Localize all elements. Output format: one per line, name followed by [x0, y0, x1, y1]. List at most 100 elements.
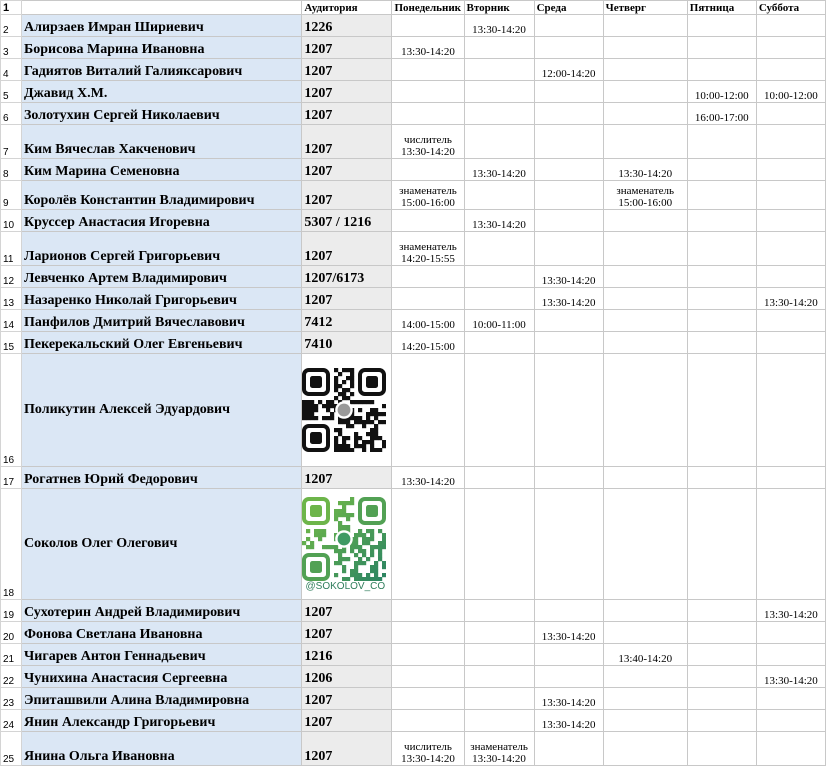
- row-number[interactable]: 2: [0, 14, 23, 37]
- row-number[interactable]: 13: [0, 287, 23, 310]
- auditorium-cell[interactable]: 1207: [301, 599, 393, 622]
- schedule-cell-tuesday[interactable]: [463, 231, 535, 266]
- schedule-cell-friday[interactable]: [686, 14, 757, 37]
- schedule-cell-monday[interactable]: [391, 709, 465, 732]
- auditorium-cell[interactable]: 1207/6173: [301, 265, 393, 288]
- schedule-cell-tuesday[interactable]: [463, 665, 535, 688]
- schedule-cell-monday[interactable]: [391, 58, 465, 81]
- schedule-cell-saturday[interactable]: [755, 643, 827, 666]
- schedule-cell-wednesday[interactable]: 13:30-14:20: [533, 621, 604, 644]
- teacher-name-cell[interactable]: Левченко Артем Владимирович: [21, 265, 303, 288]
- schedule-cell-wednesday[interactable]: [533, 466, 604, 489]
- schedule-cell-thursday[interactable]: 13:30-14:20: [602, 158, 688, 181]
- row-number[interactable]: 19: [0, 599, 23, 622]
- schedule-cell-wednesday[interactable]: [533, 180, 604, 210]
- schedule-cell-wednesday[interactable]: [533, 331, 604, 354]
- schedule-cell-thursday[interactable]: [602, 665, 688, 688]
- schedule-cell-thursday[interactable]: [602, 488, 688, 600]
- auditorium-cell[interactable]: 1207: [301, 709, 393, 732]
- header-wednesday[interactable]: Среда: [533, 0, 604, 15]
- auditorium-cell[interactable]: @SOKOLOV_CO: [301, 488, 393, 600]
- schedule-cell-friday[interactable]: [686, 158, 757, 181]
- teacher-name-cell[interactable]: Гадиятов Виталий Галияксарович: [21, 58, 303, 81]
- schedule-cell-friday[interactable]: [686, 599, 757, 622]
- row-number[interactable]: 24: [0, 709, 23, 732]
- schedule-cell-friday[interactable]: [686, 124, 757, 159]
- schedule-cell-monday[interactable]: [391, 265, 465, 288]
- schedule-cell-tuesday[interactable]: [463, 287, 535, 310]
- schedule-cell-saturday[interactable]: [755, 58, 827, 81]
- schedule-cell-saturday[interactable]: [755, 731, 827, 766]
- schedule-cell-wednesday[interactable]: [533, 353, 604, 467]
- schedule-cell-thursday[interactable]: знаменатель 15:00-16:00: [602, 180, 688, 210]
- auditorium-cell[interactable]: 7410: [301, 331, 393, 354]
- schedule-cell-friday[interactable]: [686, 231, 757, 266]
- schedule-cell-thursday[interactable]: [602, 36, 688, 59]
- schedule-cell-monday[interactable]: [391, 687, 465, 710]
- auditorium-cell[interactable]: 1207: [301, 80, 393, 103]
- schedule-cell-monday[interactable]: [391, 158, 465, 181]
- teacher-name-cell[interactable]: Янина Ольга Ивановна: [21, 731, 303, 766]
- teacher-name-cell[interactable]: Рогатнев Юрий Федорович: [21, 466, 303, 489]
- schedule-cell-tuesday[interactable]: знаменатель 13:30-14:20: [463, 731, 535, 766]
- auditorium-cell[interactable]: 1207: [301, 102, 393, 125]
- schedule-cell-monday[interactable]: [391, 102, 465, 125]
- row-number[interactable]: 11: [0, 231, 23, 266]
- row-number[interactable]: 10: [0, 209, 23, 232]
- schedule-cell-monday[interactable]: [391, 80, 465, 103]
- row-number[interactable]: 14: [0, 309, 23, 332]
- schedule-cell-tuesday[interactable]: [463, 488, 535, 600]
- teacher-name-cell[interactable]: Панфилов Дмитрий Вячеславович: [21, 309, 303, 332]
- schedule-cell-friday[interactable]: [686, 287, 757, 310]
- schedule-cell-monday[interactable]: [391, 14, 465, 37]
- schedule-cell-tuesday[interactable]: 13:30-14:20: [463, 158, 535, 181]
- auditorium-cell[interactable]: 1207: [301, 180, 393, 210]
- header-thursday[interactable]: Четверг: [602, 0, 688, 15]
- teacher-name-cell[interactable]: Ким Марина Семеновна: [21, 158, 303, 181]
- row-number[interactable]: 23: [0, 687, 23, 710]
- schedule-cell-wednesday[interactable]: [533, 14, 604, 37]
- teacher-name-cell[interactable]: Сухотерин Андрей Владимирович: [21, 599, 303, 622]
- schedule-cell-tuesday[interactable]: [463, 599, 535, 622]
- schedule-cell-thursday[interactable]: [602, 80, 688, 103]
- auditorium-cell[interactable]: 1207: [301, 621, 393, 644]
- schedule-cell-friday[interactable]: [686, 488, 757, 600]
- row-number[interactable]: 4: [0, 58, 23, 81]
- schedule-cell-tuesday[interactable]: [463, 687, 535, 710]
- schedule-cell-thursday[interactable]: [602, 102, 688, 125]
- schedule-cell-saturday[interactable]: 13:30-14:20: [755, 665, 827, 688]
- schedule-cell-saturday[interactable]: [755, 158, 827, 181]
- teacher-name-cell[interactable]: Ким Вячеслав Хакченович: [21, 124, 303, 159]
- auditorium-cell[interactable]: 1207: [301, 58, 393, 81]
- row-number[interactable]: 18: [0, 488, 23, 600]
- schedule-cell-saturday[interactable]: [755, 231, 827, 266]
- teacher-name-cell[interactable]: Эпиташвили Алина Владимировна: [21, 687, 303, 710]
- teacher-name-cell[interactable]: Круссер Анастасия Игоревна: [21, 209, 303, 232]
- schedule-cell-wednesday[interactable]: [533, 665, 604, 688]
- schedule-cell-friday[interactable]: [686, 58, 757, 81]
- teacher-name-cell[interactable]: Чигарев Антон Геннадьевич: [21, 643, 303, 666]
- schedule-cell-wednesday[interactable]: 13:30-14:20: [533, 265, 604, 288]
- header-monday[interactable]: Понедельник: [391, 0, 465, 15]
- schedule-cell-wednesday[interactable]: [533, 599, 604, 622]
- schedule-cell-friday[interactable]: [686, 36, 757, 59]
- schedule-cell-monday[interactable]: знаменатель 15:00-16:00: [391, 180, 465, 210]
- auditorium-cell[interactable]: 1226: [301, 14, 393, 37]
- schedule-cell-thursday[interactable]: [602, 709, 688, 732]
- schedule-cell-saturday[interactable]: [755, 102, 827, 125]
- schedule-cell-thursday[interactable]: [602, 14, 688, 37]
- schedule-cell-monday[interactable]: 13:30-14:20: [391, 466, 465, 489]
- auditorium-cell[interactable]: 1207: [301, 124, 393, 159]
- header-name-cell[interactable]: [21, 0, 303, 15]
- schedule-cell-saturday[interactable]: [755, 14, 827, 37]
- header-auditorium[interactable]: Аудитория: [301, 0, 393, 15]
- teacher-name-cell[interactable]: Джавид Х.М.: [21, 80, 303, 103]
- schedule-cell-friday[interactable]: [686, 643, 757, 666]
- row-number[interactable]: 7: [0, 124, 23, 159]
- schedule-cell-thursday[interactable]: [602, 231, 688, 266]
- row-number[interactable]: 5: [0, 80, 23, 103]
- auditorium-cell[interactable]: 1216: [301, 643, 393, 666]
- schedule-cell-wednesday[interactable]: [533, 643, 604, 666]
- schedule-cell-monday[interactable]: [391, 488, 465, 600]
- row-number[interactable]: 3: [0, 36, 23, 59]
